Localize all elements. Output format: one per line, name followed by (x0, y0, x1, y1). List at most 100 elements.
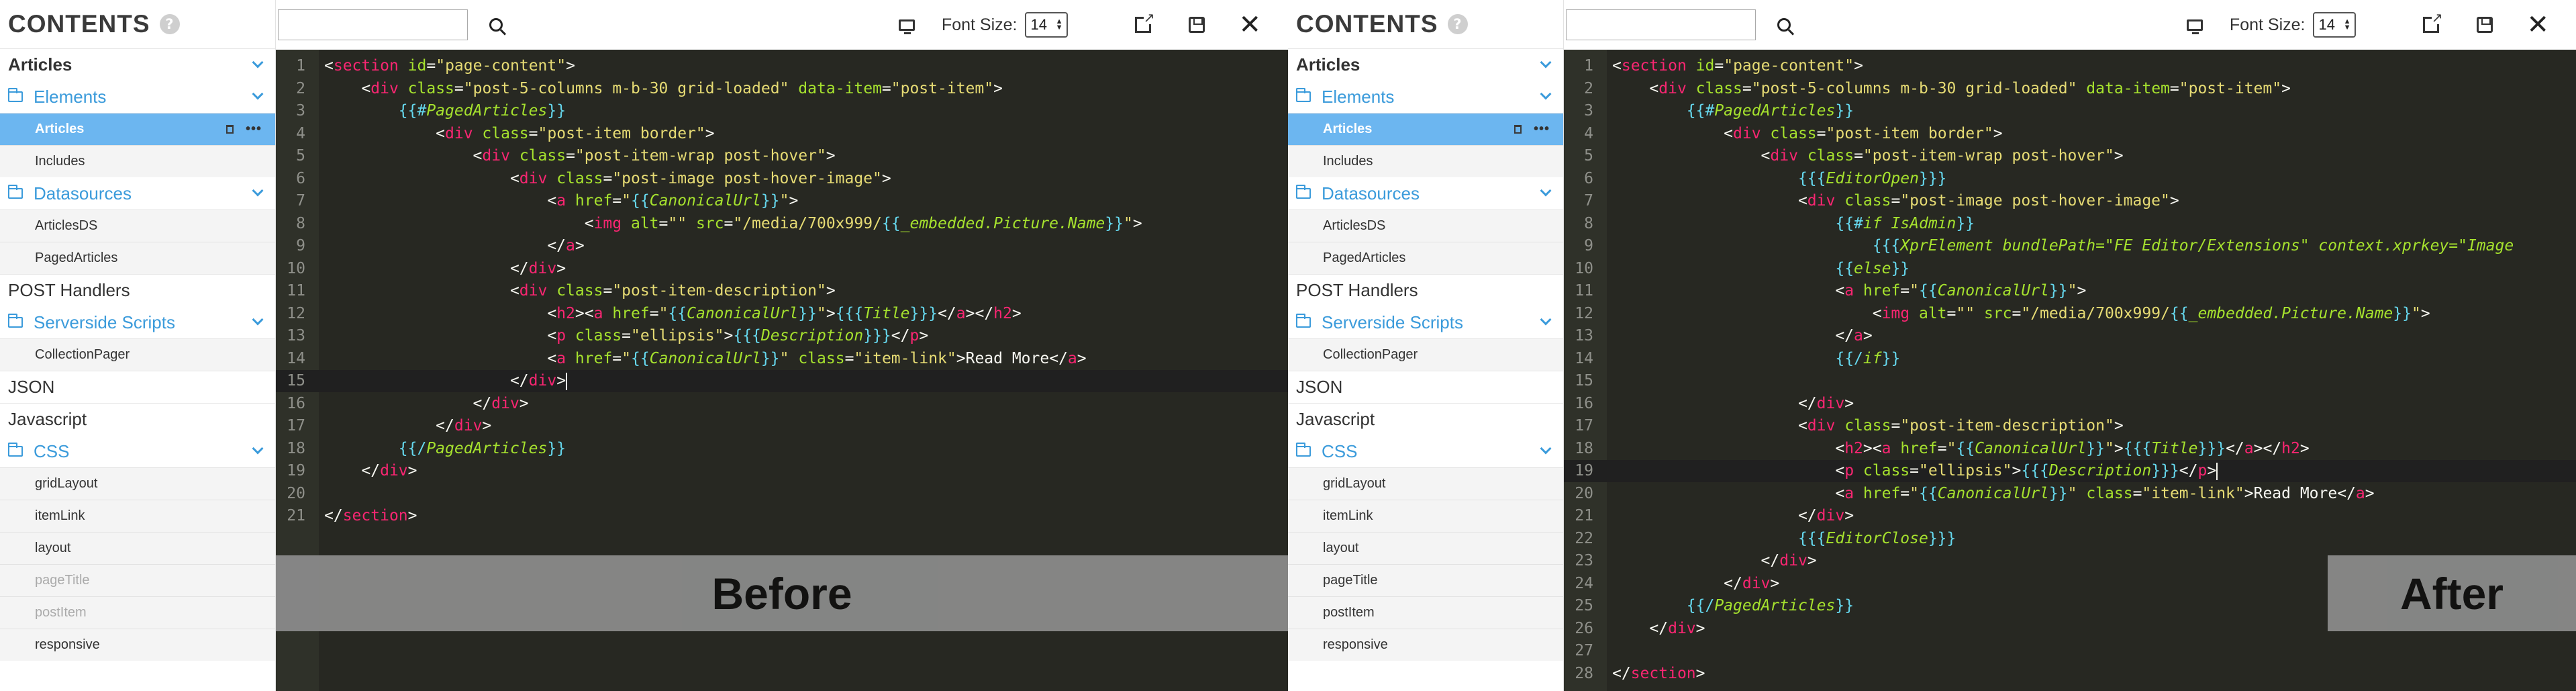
line-number: 3 (296, 102, 305, 120)
chevron-down-icon[interactable] (252, 443, 264, 455)
sidebar-item-postitem[interactable]: postItem (1288, 596, 1563, 629)
more-icon[interactable]: ••• (1534, 122, 1550, 137)
trash-icon[interactable] (226, 125, 234, 134)
code-line: 13 </a> (1564, 325, 2576, 347)
external-link-icon[interactable] (1135, 11, 1155, 33)
code-text: <a href="{{CanonicalUrl}}"> (1612, 282, 2087, 300)
save-icon[interactable] (1189, 17, 1205, 33)
chevron-down-icon[interactable] (252, 88, 264, 100)
section-javascript[interactable]: Javascript (0, 403, 275, 435)
line-number: 28 (1575, 664, 1593, 682)
section-javascript-label: Javascript (1296, 409, 1375, 429)
sidebar-item-responsive[interactable]: responsive (0, 629, 275, 661)
sidebar-item-itemlink[interactable]: itemLink (0, 500, 275, 532)
chevron-down-icon[interactable] (1540, 185, 1552, 197)
code-line: 9 </a> (276, 235, 1288, 257)
code-text: </div> (324, 372, 568, 390)
sidebar-item-gridlayout[interactable]: gridLayout (0, 467, 275, 500)
sidebar-item-pagedarticles[interactable]: PagedArticles (1288, 242, 1563, 274)
sidebar-item-collectionpager[interactable]: CollectionPager (1288, 338, 1563, 371)
folder-serverside-scripts[interactable]: Serverside Scripts (0, 306, 275, 338)
section-json[interactable]: JSON (1288, 371, 1563, 403)
folder-icon (8, 314, 23, 328)
stepper-arrows[interactable]: ▲ ▼ (1056, 18, 1063, 32)
code-text: {{{EditorOpen}}} (1797, 169, 1947, 187)
code-text: </div> (1612, 574, 1780, 592)
chevron-down-icon[interactable] (1540, 443, 1552, 455)
chevron-down-icon[interactable] (252, 56, 264, 68)
search-icon[interactable] (1777, 18, 1791, 32)
more-icon[interactable]: ••• (246, 122, 262, 137)
sidebar-item-postitem[interactable]: postItem (0, 596, 275, 629)
line-number: 16 (287, 394, 305, 412)
folder-css-label: CSS (1322, 441, 1358, 461)
font-size-select[interactable]: 14 ▲ ▼ (2313, 12, 2357, 38)
chevron-down-icon[interactable] (1540, 88, 1552, 100)
help-icon[interactable]: ? (1447, 14, 1468, 34)
close-icon[interactable]: ✕ (1238, 11, 1261, 38)
sidebar-item-label: Articles (35, 122, 85, 136)
monitor-icon[interactable] (2186, 19, 2203, 34)
sidebar-item-pagetitle[interactable]: pageTitle (0, 564, 275, 596)
folder-datasources-label-wrap: Datasources (1296, 183, 1420, 204)
section-articles[interactable]: Articles (1288, 48, 1563, 81)
folder-elements[interactable]: Elements (1288, 81, 1563, 113)
sidebar-item-includes[interactable]: Includes (0, 145, 275, 177)
chevron-down-icon[interactable] (1540, 56, 1552, 68)
folder-serverside-scripts[interactable]: Serverside Scripts (1288, 306, 1563, 338)
text-cursor (2216, 462, 2218, 480)
sidebar-item-articlesds[interactable]: ArticlesDS (1288, 210, 1563, 242)
sidebar-item-articlesds[interactable]: ArticlesDS (0, 210, 275, 242)
contents-sidebar: CONTENTS? Articles Elements Articles ••• Incl… (0, 0, 276, 691)
section-articles-label: Articles (1296, 54, 1360, 75)
folder-css[interactable]: CSS (0, 435, 275, 467)
sidebar-item-pagetitle[interactable]: pageTitle (1288, 564, 1563, 596)
save-icon[interactable] (2477, 17, 2493, 33)
folder-css[interactable]: CSS (1288, 435, 1563, 467)
stepper-arrows[interactable]: ▲ ▼ (2344, 18, 2351, 32)
line-number: 18 (1575, 439, 1593, 457)
folder-elements-label: Elements (1322, 86, 1395, 107)
code-line: 9 {{{XprElement bundlePath="FE Editor/Ex… (1564, 235, 2576, 257)
monitor-icon[interactable] (898, 19, 915, 34)
section-javascript[interactable]: Javascript (1288, 403, 1563, 435)
section-post-handlers[interactable]: POST Handlers (0, 274, 275, 306)
sidebar-item-collectionpager[interactable]: CollectionPager (0, 338, 275, 371)
line-number: 19 (1575, 462, 1593, 479)
help-icon[interactable]: ? (159, 14, 180, 34)
folder-datasources[interactable]: Datasources (0, 177, 275, 210)
sidebar-item-articles[interactable]: Articles ••• (0, 113, 275, 145)
search-input[interactable] (278, 9, 468, 40)
external-link-icon[interactable] (2423, 11, 2443, 33)
code-text: </section> (324, 507, 417, 524)
code-text: <div class="post-image post-hover-image"… (324, 169, 891, 187)
chevron-down-icon[interactable] (252, 185, 264, 197)
section-post-handlers[interactable]: POST Handlers (1288, 274, 1563, 306)
close-icon[interactable]: ✕ (2526, 11, 2549, 38)
section-articles[interactable]: Articles (0, 48, 275, 81)
sidebar-item-label: gridLayout (35, 476, 98, 491)
sidebar-item-articles[interactable]: Articles ••• (1288, 113, 1563, 145)
trash-icon[interactable] (1514, 125, 1522, 134)
sidebar-item-includes[interactable]: Includes (1288, 145, 1563, 177)
sidebar-item-pagedarticles[interactable]: PagedArticles (0, 242, 275, 274)
sidebar-item-layout[interactable]: layout (1288, 532, 1563, 564)
line-number: 10 (1575, 259, 1593, 277)
section-json[interactable]: JSON (0, 371, 275, 403)
contents-sidebar: CONTENTS? Articles Elements Articles ••• Incl… (1288, 0, 1564, 691)
sidebar-item-gridlayout[interactable]: gridLayout (1288, 467, 1563, 500)
folder-elements[interactable]: Elements (0, 81, 275, 113)
chevron-down-icon[interactable] (1540, 314, 1552, 326)
chevron-down-icon[interactable] (252, 314, 264, 326)
code-line: 15 (1564, 370, 2576, 392)
text-cursor (566, 372, 568, 390)
folder-datasources[interactable]: Datasources (1288, 177, 1563, 210)
search-input[interactable] (1566, 9, 1756, 40)
sidebar-item-responsive[interactable]: responsive (1288, 629, 1563, 661)
font-size-select[interactable]: 14 ▲ ▼ (1025, 12, 1069, 38)
code-line: 5 <div class="post-item-wrap post-hover"… (276, 145, 1288, 167)
code-text: {{else}} (1835, 259, 1910, 277)
sidebar-item-layout[interactable]: layout (0, 532, 275, 564)
search-icon[interactable] (489, 18, 503, 32)
sidebar-item-itemlink[interactable]: itemLink (1288, 500, 1563, 532)
